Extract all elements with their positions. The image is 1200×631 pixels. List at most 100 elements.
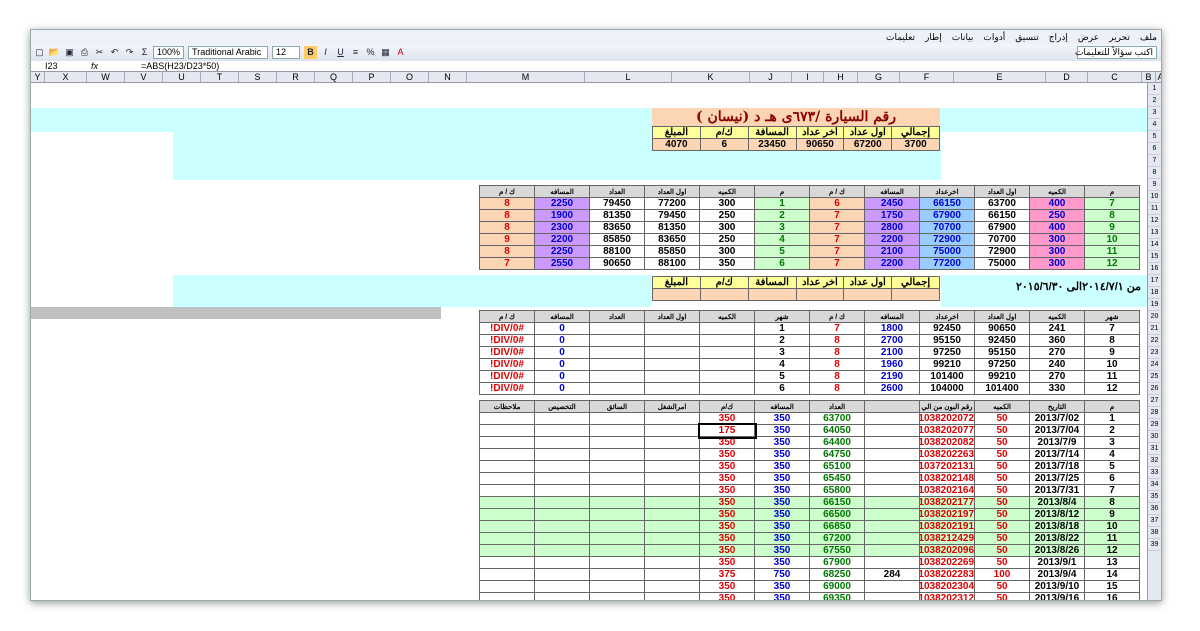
cell[interactable]: 67200: [809, 532, 865, 545]
cell[interactable]: [843, 288, 893, 301]
cell[interactable]: [699, 288, 749, 301]
cell[interactable]: 68250: [809, 568, 865, 581]
cell[interactable]: 5: [754, 245, 810, 258]
column-header[interactable]: B: [1142, 72, 1156, 82]
cell[interactable]: [644, 322, 700, 335]
cell[interactable]: 50: [974, 580, 1030, 593]
cell[interactable]: 69000: [809, 580, 865, 593]
cell[interactable]: [864, 508, 920, 521]
cell[interactable]: 88100: [644, 257, 700, 270]
cell[interactable]: 2600: [864, 382, 920, 395]
cell[interactable]: 70700: [974, 233, 1030, 246]
cell[interactable]: 66850: [809, 520, 865, 533]
cell[interactable]: 72900: [974, 245, 1030, 258]
cell[interactable]: [534, 520, 590, 533]
cell[interactable]: 4: [1084, 448, 1140, 461]
cell[interactable]: 6: [1084, 472, 1140, 485]
cell[interactable]: [479, 472, 535, 485]
cell[interactable]: إجمالي: [891, 276, 940, 289]
cell[interactable]: 350: [699, 472, 755, 485]
menu-item[interactable]: أدوات: [983, 32, 1005, 43]
row-header[interactable]: 10: [1148, 191, 1161, 203]
row-header[interactable]: 34: [1148, 479, 1161, 491]
font-size-select[interactable]: 12: [272, 46, 301, 59]
print-icon[interactable]: ⎙: [78, 46, 91, 59]
cell[interactable]: 70700: [919, 221, 975, 234]
cell[interactable]: 2013/7/31: [1029, 484, 1085, 497]
font-select[interactable]: Traditional Arabic: [188, 46, 269, 59]
cell[interactable]: 300: [1029, 233, 1085, 246]
cell[interactable]: [864, 496, 920, 509]
cell[interactable]: المسافه: [534, 310, 590, 323]
column-header[interactable]: H: [824, 72, 858, 82]
cell[interactable]: 50: [974, 448, 1030, 461]
row-header[interactable]: 14: [1148, 239, 1161, 251]
cell[interactable]: 350: [754, 508, 810, 521]
cell[interactable]: 2200: [864, 257, 920, 270]
cell[interactable]: 300: [1029, 245, 1085, 258]
cell[interactable]: المسافه: [864, 310, 920, 323]
cell[interactable]: ك/م: [699, 276, 749, 289]
cell[interactable]: الكميه: [974, 400, 1030, 413]
cell[interactable]: [864, 556, 920, 569]
cell[interactable]: أخر عداد: [795, 276, 845, 289]
cell[interactable]: 15: [1084, 580, 1140, 593]
cell[interactable]: اول العداد: [974, 310, 1030, 323]
cell[interactable]: 67200: [843, 138, 893, 151]
cell[interactable]: [589, 424, 645, 437]
cell[interactable]: 7: [809, 322, 865, 335]
cell[interactable]: المسافه: [864, 185, 920, 198]
italic-button[interactable]: I: [319, 46, 332, 59]
cell[interactable]: ك/م: [699, 400, 755, 413]
cell[interactable]: [534, 532, 590, 545]
cell[interactable]: [479, 424, 535, 437]
cell[interactable]: 101400: [919, 370, 975, 383]
cell[interactable]: [864, 400, 920, 413]
row-header[interactable]: 13: [1148, 227, 1161, 239]
cell[interactable]: 2013/7/02: [1029, 412, 1085, 425]
cell[interactable]: 79450: [644, 209, 700, 222]
cell[interactable]: [479, 580, 535, 593]
cell[interactable]: 11038202148: [919, 472, 975, 485]
cell[interactable]: [644, 382, 700, 395]
cell[interactable]: 1800: [864, 322, 920, 335]
cell[interactable]: 2100: [864, 245, 920, 258]
cell[interactable]: [644, 334, 700, 347]
cell[interactable]: 88100: [589, 245, 645, 258]
cell[interactable]: #DIV/0!: [479, 322, 535, 335]
cell[interactable]: [534, 568, 590, 581]
cell[interactable]: [644, 556, 700, 569]
cell[interactable]: [479, 544, 535, 557]
cell[interactable]: 0: [534, 358, 590, 371]
cell[interactable]: 350: [754, 580, 810, 593]
menu-item[interactable]: إدراج: [1049, 32, 1068, 43]
row-header[interactable]: 4: [1148, 119, 1161, 131]
cell[interactable]: 12: [1084, 382, 1140, 395]
cell[interactable]: امرالشغل: [644, 400, 700, 413]
cell[interactable]: التخصيص: [534, 400, 590, 413]
borders-icon[interactable]: ▦: [379, 46, 392, 59]
cell[interactable]: [589, 382, 645, 395]
column-header[interactable]: C: [1088, 72, 1142, 82]
cell[interactable]: 7: [809, 233, 865, 246]
cell[interactable]: 2013/9/4: [1029, 568, 1085, 581]
cell[interactable]: الكميه: [1029, 185, 1085, 198]
cell[interactable]: 250: [699, 209, 755, 222]
font-color-icon[interactable]: A: [394, 46, 407, 59]
cell[interactable]: 350: [754, 412, 810, 425]
cell[interactable]: [644, 412, 700, 425]
cell[interactable]: 8: [479, 221, 535, 234]
cell[interactable]: 1: [754, 197, 810, 210]
cell[interactable]: [747, 288, 797, 301]
cell[interactable]: [479, 412, 535, 425]
cell[interactable]: 350: [699, 592, 755, 600]
cell[interactable]: السائق: [589, 400, 645, 413]
cell[interactable]: ك/م: [699, 126, 749, 139]
cell[interactable]: 10: [1084, 520, 1140, 533]
cell[interactable]: 11038202191: [919, 520, 975, 533]
cell[interactable]: اخرعداد: [919, 310, 975, 323]
cell[interactable]: #DIV/0!: [479, 334, 535, 347]
cell[interactable]: [644, 484, 700, 497]
cell[interactable]: 2013/8/22: [1029, 532, 1085, 545]
row-header[interactable]: 38: [1148, 527, 1161, 539]
